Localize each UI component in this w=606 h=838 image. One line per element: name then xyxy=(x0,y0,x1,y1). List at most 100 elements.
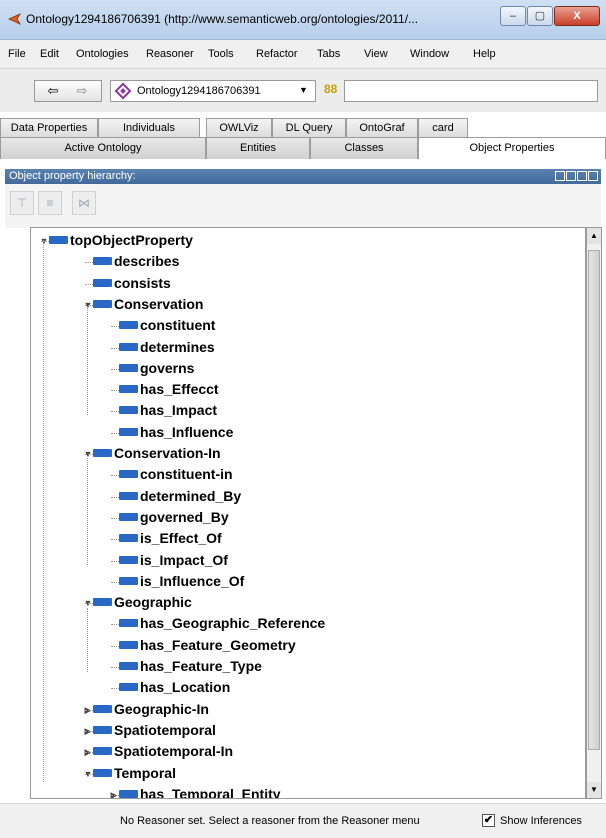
tree-node[interactable]: ▼ topObjectProperty xyxy=(31,232,585,252)
tree-node[interactable]: ▼ Geographic xyxy=(31,594,585,614)
tree-node[interactable]: has_Geographic_Reference xyxy=(31,615,585,635)
scroll-down-icon[interactable]: ▼ xyxy=(587,782,601,798)
tree-connector xyxy=(85,283,93,285)
chevron-down-icon[interactable]: ▼ xyxy=(299,85,308,95)
tree-node[interactable]: is_Influence_Of xyxy=(31,573,585,593)
tree-node[interactable]: determined_By xyxy=(31,488,585,508)
object-property-icon xyxy=(93,598,112,607)
tab-individuals[interactable]: Individuals xyxy=(98,118,200,137)
tree-node[interactable]: describes xyxy=(31,253,585,273)
tree-node-label: is_Influence_Of xyxy=(140,572,245,589)
forward-arrow-icon[interactable]: ⇨ xyxy=(69,83,95,99)
object-property-icon xyxy=(119,555,138,564)
window-title: Ontology1294186706391 (http://www.semant… xyxy=(26,12,419,26)
tab-dl-query[interactable]: DL Query xyxy=(272,118,346,137)
tree-node[interactable]: has_Effecct xyxy=(31,381,585,401)
tree-node[interactable]: ▶ Spatiotemporal-In xyxy=(31,743,585,763)
show-inferences-checkbox[interactable]: ✔ xyxy=(482,814,495,827)
reasoner-status-message: No Reasoner set. Select a reasoner from … xyxy=(120,815,420,827)
menu-tabs[interactable]: Tabs xyxy=(317,48,340,60)
tree-node[interactable]: constituent xyxy=(31,317,585,337)
object-property-icon xyxy=(119,683,138,692)
binoculars-search-icon: 88 xyxy=(324,82,338,96)
tree-node-label: governed_By xyxy=(140,508,229,525)
tree-node[interactable]: is_Effect_Of xyxy=(31,530,585,550)
tree-node[interactable]: governed_By xyxy=(31,509,585,529)
scroll-up-icon[interactable]: ▲ xyxy=(587,228,601,244)
ontology-select[interactable]: Ontology1294186706391 ▼ xyxy=(110,80,316,102)
property-tree[interactable]: ▼ topObjectProperty describes consists ▼ Cons… xyxy=(30,227,586,799)
tree-node[interactable]: governs xyxy=(31,360,585,380)
tree-connector xyxy=(111,688,119,690)
object-property-icon xyxy=(119,512,138,521)
add-sibling-property-icon[interactable]: ≡ xyxy=(38,191,62,215)
panel-toolbar: ⊤ ≡ ⋈ xyxy=(5,184,601,228)
vertical-scrollbar[interactable]: ▲ ▼ xyxy=(586,227,602,799)
tree-node[interactable]: ▼ Conservation xyxy=(31,296,585,316)
back-arrow-icon[interactable]: ⇦ xyxy=(40,83,66,99)
split-view-icon[interactable] xyxy=(555,171,565,181)
object-property-icon xyxy=(93,704,112,713)
tab-ontograf[interactable]: OntoGraf xyxy=(346,118,418,137)
close-button[interactable]: X xyxy=(554,6,600,26)
tree-node[interactable]: consists xyxy=(31,275,585,295)
tree-node-label: describes xyxy=(114,253,180,270)
tree-guide-line xyxy=(87,608,88,672)
tree-node[interactable]: ▶ Spatiotemporal xyxy=(31,722,585,742)
tree-node-label: constituent xyxy=(140,317,216,334)
tree-node[interactable]: determines xyxy=(31,339,585,359)
tree-node[interactable]: is_Impact_Of xyxy=(31,552,585,572)
tab-entities[interactable]: Entities xyxy=(206,137,310,159)
object-property-icon xyxy=(119,534,138,543)
tree-node-label: Geographic xyxy=(114,594,192,611)
tree-node[interactable]: has_Location xyxy=(31,679,585,699)
tab-owlviz[interactable]: OWLViz xyxy=(206,118,272,137)
menu-file[interactable]: File xyxy=(8,48,26,60)
tree-node[interactable]: constituent-in xyxy=(31,466,585,486)
minimize-button[interactable]: – xyxy=(500,6,526,26)
close-panel-icon[interactable] xyxy=(588,171,598,181)
tab-classes[interactable]: Classes xyxy=(310,137,418,159)
object-property-icon xyxy=(93,747,112,756)
add-sub-property-icon[interactable]: ⊤ xyxy=(10,191,34,215)
tree-node-label: has_Effecct xyxy=(140,381,219,398)
tree-node-label: has_Temporal_Entity xyxy=(140,785,281,799)
menu-reasoner[interactable]: Reasoner xyxy=(146,48,194,60)
tree-node[interactable]: ▼ Conservation-In xyxy=(31,445,585,465)
menu-tools[interactable]: Tools xyxy=(208,48,234,60)
menu-edit[interactable]: Edit xyxy=(40,48,59,60)
tree-node-label: has_Location xyxy=(140,679,231,696)
tree-guide-line xyxy=(87,308,88,415)
menu-refactor[interactable]: Refactor xyxy=(256,48,298,60)
tab-object-properties[interactable]: Object Properties xyxy=(418,137,606,160)
tree-node-label: determines xyxy=(140,338,215,355)
tree-node[interactable]: has_Feature_Type xyxy=(31,658,585,678)
tab-card[interactable]: card xyxy=(418,118,468,137)
tree-connector xyxy=(85,730,93,732)
tab-active-ontology[interactable]: Active Ontology xyxy=(0,137,206,159)
tree-node[interactable]: ▶ has_Temporal_Entity xyxy=(31,785,585,799)
tree-node[interactable]: has_Impact xyxy=(31,402,585,422)
tree-node-label: Spatiotemporal-In xyxy=(114,743,234,760)
scroll-thumb[interactable] xyxy=(588,250,600,750)
menu-window[interactable]: Window xyxy=(410,48,449,60)
tree-connector xyxy=(111,432,119,434)
menu-help[interactable]: Help xyxy=(473,48,496,60)
search-input[interactable] xyxy=(344,80,598,102)
tree-node-label: consists xyxy=(114,274,171,291)
panel-controls xyxy=(555,171,598,182)
maximize-button[interactable]: ▢ xyxy=(527,6,553,26)
tree-node[interactable]: has_Influence xyxy=(31,424,585,444)
tree-node-label: has_Feature_Geometry xyxy=(140,636,296,653)
maximize-panel-icon[interactable] xyxy=(577,171,587,181)
tree-node[interactable]: has_Feature_Geometry xyxy=(31,637,585,657)
minimize-panel-icon[interactable] xyxy=(566,171,576,181)
menu-view[interactable]: View xyxy=(364,48,388,60)
object-property-icon xyxy=(119,640,138,649)
menu-ontologies[interactable]: Ontologies xyxy=(76,48,129,60)
tab-data-properties[interactable]: Data Properties xyxy=(0,118,98,137)
tree-node[interactable]: ▶ Geographic-In xyxy=(31,701,585,721)
delete-property-icon[interactable]: ⋈ xyxy=(72,191,96,215)
tree-connector xyxy=(111,326,119,328)
tree-node[interactable]: ▼ Temporal xyxy=(31,765,585,785)
